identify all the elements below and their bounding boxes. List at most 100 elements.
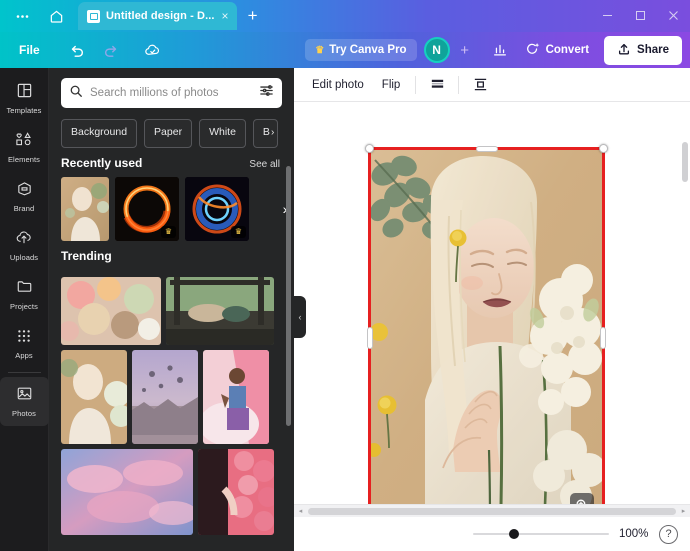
filter-sliders-icon[interactable] bbox=[259, 83, 274, 103]
canva-top-toolbar: File ♛ Try Canva Pro N + Convert Share bbox=[0, 32, 690, 68]
flip-button[interactable]: Flip bbox=[374, 74, 409, 96]
filter-chip-row: Background Paper White B› bbox=[49, 108, 294, 148]
pro-badge: ♛ bbox=[160, 226, 176, 238]
recently-used-see-all[interactable]: See all bbox=[249, 159, 280, 170]
tab-close-icon[interactable]: × bbox=[221, 10, 230, 22]
position-icon[interactable] bbox=[466, 73, 494, 97]
cloud-sync-icon[interactable] bbox=[139, 37, 167, 63]
browser-tab[interactable]: Untitled design - D... × bbox=[78, 2, 237, 30]
resize-handle-right[interactable] bbox=[600, 326, 606, 349]
search-area bbox=[49, 68, 294, 108]
sidebar-label-templates: Templates bbox=[6, 106, 42, 115]
pro-badge: ♛ bbox=[230, 226, 246, 238]
elements-icon bbox=[15, 131, 33, 153]
canva-favicon bbox=[87, 9, 100, 23]
toolbar-divider bbox=[415, 75, 417, 94]
sidebar-item-uploads[interactable]: Uploads bbox=[0, 221, 49, 270]
redo-icon[interactable] bbox=[97, 37, 125, 63]
convert-button[interactable]: Convert bbox=[518, 36, 596, 65]
browser-menu-icon[interactable] bbox=[6, 3, 38, 29]
bar-chart-icon[interactable] bbox=[486, 37, 514, 63]
toolbar-right-group: ♛ Try Canva Pro N + Convert Share bbox=[305, 32, 682, 68]
help-icon[interactable]: ? bbox=[659, 524, 678, 544]
minimize-button[interactable] bbox=[591, 0, 624, 31]
chip-overflow-label: B bbox=[262, 126, 270, 138]
sidebar-item-photos[interactable]: Photos bbox=[0, 377, 49, 426]
resize-handle-top-left[interactable] bbox=[365, 144, 374, 153]
scroll-right-icon[interactable]: ▸ bbox=[677, 507, 690, 515]
resize-handle-top[interactable] bbox=[475, 146, 498, 152]
try-canva-pro-button[interactable]: ♛ Try Canva Pro bbox=[305, 39, 417, 61]
new-tab-button[interactable]: + bbox=[239, 2, 267, 30]
chip-overflow[interactable]: B› bbox=[252, 119, 279, 148]
sidebar-item-elements[interactable]: Elements bbox=[0, 123, 49, 172]
home-icon[interactable] bbox=[40, 3, 72, 29]
horizontal-scroll-thumb[interactable] bbox=[308, 507, 676, 515]
transparency-icon[interactable] bbox=[423, 73, 451, 97]
chip-white[interactable]: White bbox=[199, 119, 246, 148]
canva-editor-window: Untitled design - D... × + File ♛ Try Ca… bbox=[0, 0, 690, 551]
maximize-button[interactable] bbox=[624, 0, 657, 31]
share-button[interactable]: Share bbox=[604, 35, 682, 65]
edit-photo-button[interactable]: Edit photo bbox=[304, 74, 372, 96]
search-box[interactable] bbox=[61, 78, 282, 108]
search-input[interactable] bbox=[90, 87, 252, 99]
trending-thumb-1[interactable] bbox=[166, 277, 274, 345]
sidebar-label-brand: Brand bbox=[13, 204, 35, 213]
window-controls bbox=[591, 0, 690, 31]
trending-thumb-2[interactable] bbox=[61, 350, 127, 444]
photo-artwork bbox=[371, 150, 602, 517]
trending-thumb-4[interactable] bbox=[203, 350, 269, 444]
sidebar-item-templates[interactable]: Templates bbox=[0, 74, 49, 123]
file-menu-button[interactable]: File bbox=[10, 39, 49, 61]
chip-paper[interactable]: Paper bbox=[144, 119, 193, 148]
chip-background[interactable]: Background bbox=[61, 119, 138, 148]
trending-thumb-0[interactable] bbox=[61, 277, 161, 345]
templates-icon bbox=[16, 82, 33, 104]
editor-status-bar: 100% ? bbox=[294, 517, 690, 551]
trending-grid bbox=[49, 270, 294, 535]
panel-collapse-handle[interactable]: ‹ bbox=[294, 296, 306, 338]
sidebar-item-projects[interactable]: Projects bbox=[0, 270, 49, 319]
recent-thumb-1[interactable]: ♛ bbox=[115, 177, 179, 241]
resize-handle-left[interactable] bbox=[367, 326, 373, 349]
left-icon-rail: Templates Elements Brand Uploads Project… bbox=[0, 68, 49, 551]
close-button[interactable] bbox=[657, 0, 690, 31]
sidebar-item-brand[interactable]: Brand bbox=[0, 172, 49, 221]
trending-thumb-5[interactable] bbox=[61, 449, 193, 535]
share-upload-icon bbox=[617, 42, 631, 59]
trending-thumb-3[interactable] bbox=[132, 350, 198, 444]
uploads-icon bbox=[15, 229, 33, 251]
avatar[interactable]: N bbox=[423, 37, 450, 63]
editor-toolbar: Edit photo Flip bbox=[294, 68, 690, 102]
recent-thumb-0[interactable] bbox=[61, 177, 109, 241]
toolbar-divider bbox=[458, 75, 460, 94]
selected-photo-frame[interactable] bbox=[365, 144, 608, 517]
sidebar-item-apps[interactable]: Apps bbox=[0, 319, 49, 368]
trending-header: Trending bbox=[49, 241, 294, 270]
zoom-level-label: 100% bbox=[619, 528, 649, 540]
trending-thumb-6[interactable] bbox=[198, 449, 274, 535]
zoom-slider-knob[interactable] bbox=[509, 529, 519, 539]
canvas-vertical-scrollbar[interactable] bbox=[682, 142, 688, 182]
trending-title: Trending bbox=[61, 249, 112, 263]
chevron-right-icon: › bbox=[270, 127, 275, 138]
scroll-left-icon[interactable]: ◂ bbox=[294, 507, 307, 515]
design-canvas[interactable] bbox=[294, 102, 690, 517]
convert-label: Convert bbox=[545, 44, 590, 56]
sidebar-label-projects: Projects bbox=[10, 302, 38, 311]
tab-title: Untitled design - D... bbox=[106, 10, 215, 22]
recent-thumb-2[interactable]: ♛ bbox=[185, 177, 249, 241]
brand-icon bbox=[16, 180, 33, 202]
recently-used-title: Recently used bbox=[61, 156, 143, 170]
canvas-horizontal-scrollbar[interactable]: ◂ ▸ bbox=[294, 504, 690, 517]
zoom-slider[interactable] bbox=[473, 527, 609, 541]
photos-panel: Background Paper White B› Recently used … bbox=[49, 68, 294, 551]
add-collaborator-button[interactable]: + bbox=[454, 39, 476, 61]
recently-used-header: Recently used See all bbox=[49, 148, 294, 177]
panel-scrollbar[interactable] bbox=[286, 166, 291, 426]
undo-icon[interactable] bbox=[63, 37, 91, 63]
resize-handle-top-right[interactable] bbox=[599, 144, 608, 153]
share-label: Share bbox=[637, 44, 669, 56]
apps-icon bbox=[16, 328, 32, 349]
